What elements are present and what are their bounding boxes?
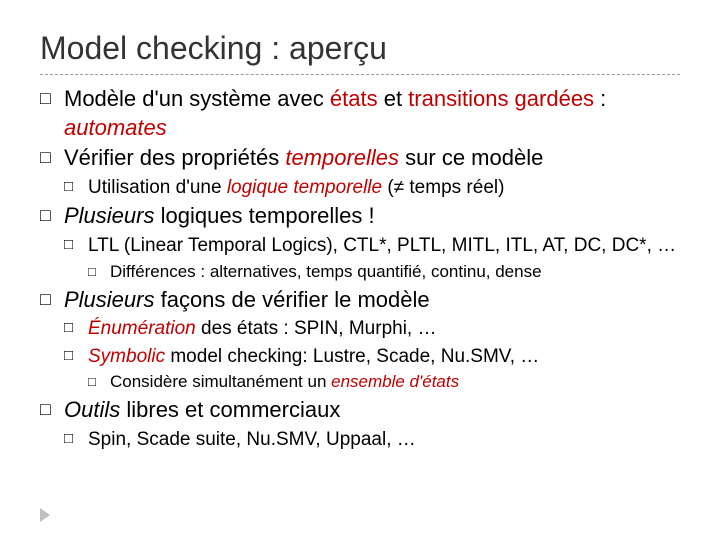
- text-italic: Plusieurs: [64, 287, 154, 312]
- text-italic: Plusieurs: [64, 203, 154, 228]
- slide: Model checking : aperçu Modèle d'un syst…: [0, 0, 720, 540]
- bullet-4-2-1: Considère simultanément un ensemble d'ét…: [88, 371, 680, 394]
- bullet-3-1-1: Différences : alternatives, temps quanti…: [88, 261, 680, 284]
- bullet-3-1: LTL (Linear Temporal Logics), CTL*, PLTL…: [64, 233, 680, 284]
- text: Considère simultanément un: [110, 372, 331, 391]
- text: logiques temporelles !: [154, 203, 374, 228]
- bullet-5: Outils libres et commerciaux Spin, Scade…: [40, 396, 680, 452]
- text: Modèle d'un système avec: [64, 86, 330, 111]
- text: Utilisation d'une: [88, 177, 227, 198]
- bullet-5-1: Spin, Scade suite, Nu.SMV, Uppaal, …: [64, 427, 680, 453]
- text: libres et commerciaux: [120, 397, 340, 422]
- bullet-1: Modèle d'un système avec états et transi…: [40, 85, 680, 142]
- bullet-2: Vérifier des propriétés temporelles sur …: [40, 144, 680, 200]
- text-italic: Outils: [64, 397, 120, 422]
- text: Vérifier des propriétés: [64, 145, 285, 170]
- text-accent-italic: Symbolic: [88, 346, 165, 367]
- bullet-list: Modèle d'un système avec états et transi…: [40, 85, 680, 453]
- text-accent-italic: automates: [64, 115, 167, 140]
- text: et: [378, 86, 409, 111]
- text: (≠ temps réel): [382, 177, 504, 198]
- text: sur ce modèle: [399, 145, 543, 170]
- slide-title: Model checking : aperçu: [40, 30, 680, 67]
- bullet-3: Plusieurs logiques temporelles ! LTL (Li…: [40, 202, 680, 283]
- bullet-4-2: Symbolic model checking: Lustre, Scade, …: [64, 344, 680, 395]
- bullet-4-1: Énumération des états : SPIN, Murphi, …: [64, 316, 680, 342]
- text: :: [594, 86, 606, 111]
- text: façons de vérifier le modèle: [154, 287, 429, 312]
- slide-marker-icon: [40, 508, 50, 522]
- text: Spin, Scade suite, Nu.SMV, Uppaal, …: [88, 429, 416, 450]
- text-accent: états: [330, 86, 378, 111]
- text: Différences : alternatives, temps quanti…: [110, 262, 542, 281]
- text-accent-italic: ensemble d'états: [331, 372, 459, 391]
- text-accent-italic: Énumération: [88, 318, 196, 339]
- text: des états : SPIN, Murphi, …: [196, 318, 437, 339]
- text-accent: transitions gardées: [408, 86, 594, 111]
- text: LTL (Linear Temporal Logics), CTL*, PLTL…: [88, 235, 676, 256]
- text-accent-italic: temporelles: [285, 145, 399, 170]
- title-underline: [40, 73, 680, 75]
- bullet-4: Plusieurs façons de vérifier le modèle É…: [40, 286, 680, 395]
- text: model checking: Lustre, Scade, Nu.SMV, …: [165, 346, 539, 367]
- bullet-2-1: Utilisation d'une logique temporelle (≠ …: [64, 175, 680, 201]
- text-accent-italic: logique temporelle: [227, 177, 382, 198]
